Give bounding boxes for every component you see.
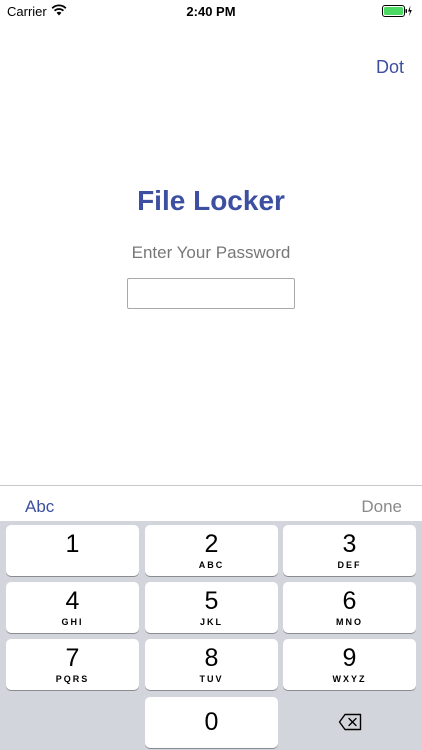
- key-digit: 3: [342, 530, 357, 558]
- key-digit: 1: [65, 530, 80, 558]
- status-bar: Carrier 2:40 PM: [0, 0, 422, 22]
- key-digit: 0: [204, 708, 219, 736]
- key-letters: ABC: [198, 560, 225, 570]
- key-letters: DEF: [337, 560, 362, 570]
- status-time: 2:40 PM: [186, 4, 236, 19]
- key-0[interactable]: 0: [145, 697, 278, 748]
- abc-button[interactable]: Abc: [25, 497, 54, 517]
- password-prompt: Enter Your Password: [131, 243, 291, 262]
- key-letters: MNO: [336, 617, 363, 627]
- key-letters: JKL: [199, 617, 223, 627]
- key-digit: 2: [204, 530, 219, 558]
- keyboard-toolbar: Abc Done: [0, 485, 422, 521]
- key-3[interactable]: 3 DEF: [283, 525, 416, 576]
- key-digit: 4: [65, 587, 80, 615]
- key-letters: WXYZ: [332, 674, 367, 684]
- backspace-icon: [338, 713, 362, 731]
- app-title: File Locker: [137, 185, 285, 216]
- key-5[interactable]: 5 JKL: [145, 582, 278, 633]
- key-letters: TUV: [199, 674, 224, 684]
- key-6[interactable]: 6 MNO: [283, 582, 416, 633]
- key-9[interactable]: 9 WXYZ: [283, 639, 416, 690]
- password-field[interactable]: [127, 278, 295, 309]
- dot-button[interactable]: Dot: [376, 57, 404, 78]
- done-button[interactable]: Done: [361, 497, 402, 517]
- key-4[interactable]: 4 GHI: [6, 582, 139, 633]
- key-digit: 7: [65, 644, 80, 672]
- key-letters: PQRS: [55, 674, 90, 684]
- key-digit: 5: [204, 587, 219, 615]
- key-1[interactable]: 1: [6, 525, 139, 576]
- key-digit: 9: [342, 644, 357, 672]
- key-digit: 8: [204, 644, 219, 672]
- battery-icon: [382, 5, 412, 17]
- key-2[interactable]: 2 ABC: [145, 525, 278, 576]
- key-7[interactable]: 7 PQRS: [6, 639, 139, 690]
- key-8[interactable]: 8 TUV: [145, 639, 278, 690]
- key-letters: GHI: [61, 617, 84, 627]
- numeric-keypad: 1 2 ABC 3 DEF 4 GHI 5 JKL 6 MNO 7 PQRS 8…: [0, 521, 422, 750]
- delete-button[interactable]: [283, 697, 416, 748]
- key-digit: 6: [342, 587, 357, 615]
